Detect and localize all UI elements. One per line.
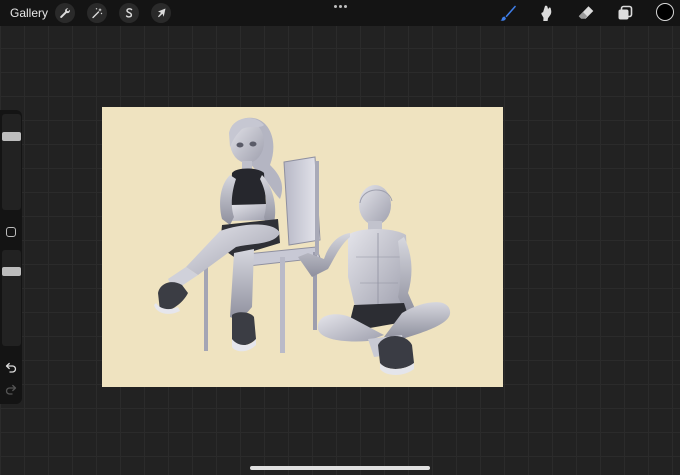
layers-icon [618, 5, 633, 20]
procreate-app: Gallery [0, 0, 680, 475]
wrench-icon [60, 8, 71, 18]
redo-button[interactable] [4, 382, 18, 396]
top-toolbar: Gallery [0, 0, 680, 26]
selection-button[interactable] [119, 3, 139, 23]
transform-button[interactable] [151, 3, 171, 23]
brush-size-slider[interactable] [2, 114, 21, 210]
redo-arrow-icon [5, 384, 17, 395]
magic-wand-icon [92, 8, 103, 19]
more-dots-icon[interactable] [330, 1, 350, 11]
adjustments-button[interactable] [87, 3, 107, 23]
boy-figure [298, 185, 451, 375]
brush-tool-button[interactable] [497, 2, 519, 24]
brush-size-thumb[interactable] [2, 132, 21, 142]
undo-button[interactable] [4, 360, 18, 374]
left-sidebar [0, 110, 22, 404]
color-swatch-button[interactable] [656, 3, 674, 21]
square-modify-icon[interactable] [6, 227, 16, 237]
layers-button[interactable] [614, 2, 636, 24]
brush-opacity-thumb[interactable] [2, 267, 21, 277]
brush-icon [500, 5, 516, 21]
artwork-image [154, 117, 451, 375]
smudge-tool-button[interactable] [536, 2, 558, 24]
drawing-canvas[interactable] [102, 107, 503, 387]
home-indicator[interactable] [250, 466, 430, 470]
eraser-tool-button[interactable] [575, 2, 597, 24]
girl-figure [154, 117, 283, 352]
actions-button[interactable] [55, 3, 75, 23]
selection-s-icon [125, 8, 133, 18]
eraser-icon [578, 6, 594, 19]
gallery-button[interactable]: Gallery [10, 6, 48, 20]
smudge-icon [541, 5, 552, 22]
brush-opacity-slider[interactable] [2, 250, 21, 346]
undo-arrow-icon [5, 362, 17, 373]
arrow-cursor-icon [158, 8, 166, 18]
